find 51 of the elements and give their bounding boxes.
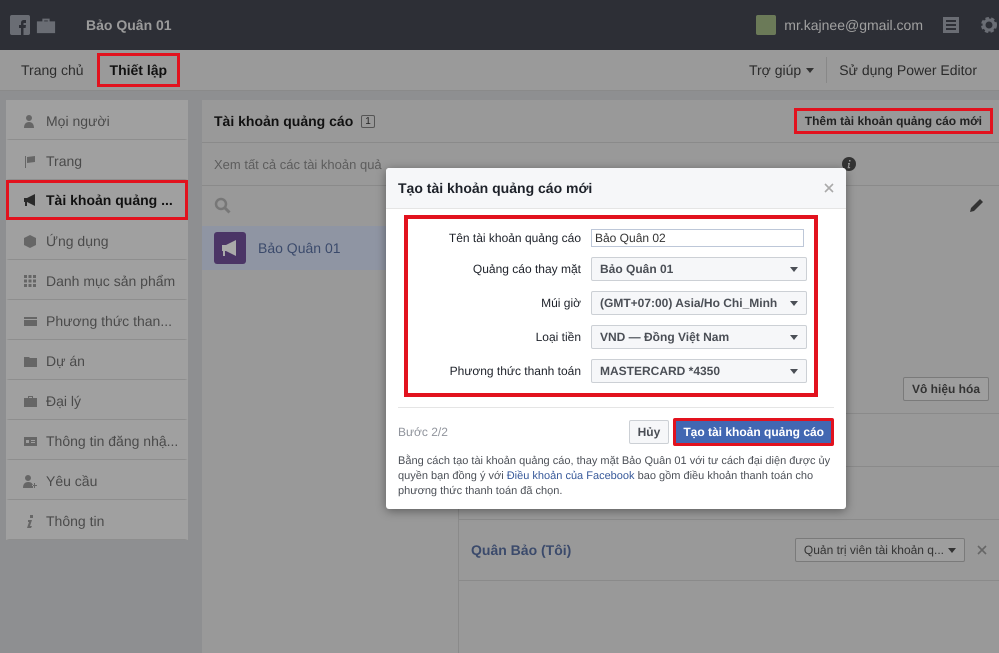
- input-field[interactable]: Bảo Quân 02: [591, 229, 804, 247]
- count-badge: 1: [361, 114, 375, 128]
- personplus-icon: [23, 474, 38, 488]
- nav-tab[interactable]: Trang chủ: [8, 53, 97, 87]
- select-field[interactable]: Bảo Quân 01: [591, 257, 807, 281]
- info-icon[interactable]: [842, 157, 856, 171]
- select-field[interactable]: (GMT+07:00) Asia/Ho Chi_Minh: [591, 291, 807, 315]
- caret-icon: [790, 266, 798, 272]
- panel-title: Tài khoản quảng cáo: [214, 113, 354, 129]
- briefcase-icon: [23, 394, 38, 408]
- caret-icon: [948, 548, 956, 552]
- select-field[interactable]: MASTERCARD *4350: [591, 359, 807, 383]
- caret-icon: [790, 368, 798, 374]
- create-button[interactable]: Tạo tài khoản quảng cáo: [673, 418, 834, 446]
- pencil-icon[interactable]: [967, 197, 985, 215]
- caret-icon: [790, 334, 798, 340]
- cancel-button[interactable]: Hủy: [628, 420, 670, 444]
- step-text: Bước 2/2: [398, 425, 448, 439]
- caret-icon: [790, 300, 798, 306]
- disable-button[interactable]: Vô hiệu hóa: [902, 377, 989, 401]
- close-icon[interactable]: [977, 545, 987, 555]
- select-field[interactable]: VND — Đồng Việt Nam: [591, 325, 807, 349]
- sidebar-item[interactable]: Tài khoản quảng ...: [6, 180, 188, 220]
- flag-icon: [23, 154, 38, 168]
- terms-link[interactable]: Điều khoản của Facebook: [506, 470, 635, 482]
- caret-icon: [806, 68, 814, 72]
- role-dropdown[interactable]: Quản trị viên tài khoản q...: [794, 538, 965, 562]
- field-label: Quảng cáo thay mặt: [472, 262, 581, 276]
- person-name[interactable]: Quân Bảo (Tôi): [471, 542, 572, 558]
- grid-icon: [23, 274, 38, 288]
- legal-text: Bằng cách tạo tài khoản quảng cáo, thay mặt Bảo Quân 01 với tư cách đại diện được ủy quyền bạn đồng ý với Điều khoản của Facebook bao gồm điều khoản thanh toán cho phương thức thanh toán đã chọn.: [398, 454, 832, 499]
- cube-icon: [23, 234, 38, 248]
- facebook-logo-icon[interactable]: [10, 15, 30, 35]
- list-icon[interactable]: [941, 15, 961, 35]
- dialog-title: Tạo tài khoản quảng cáo mới: [398, 180, 594, 196]
- nav-link[interactable]: Sử dụng Power Editor: [827, 58, 989, 82]
- user-email[interactable]: mr.kajnee@gmail.com: [784, 17, 923, 33]
- field-label: Loại tiền: [534, 330, 581, 344]
- search-icon[interactable]: [214, 197, 232, 215]
- description-text: Xem tất cả các tài khoản quả: [214, 156, 382, 172]
- avatar[interactable]: [756, 15, 776, 35]
- megaphone-icon: [23, 192, 38, 208]
- field-label: Phương thức thanh toán: [448, 364, 581, 378]
- help-menu[interactable]: Trợ giúp: [736, 58, 826, 82]
- nav-tab[interactable]: Thiết lập: [96, 53, 180, 87]
- settings-icon[interactable]: [979, 15, 999, 35]
- business-name[interactable]: Bảo Quân 01: [86, 17, 172, 33]
- close-icon[interactable]: [824, 183, 834, 193]
- add-account-button[interactable]: Thêm tài khoản quảng cáo mới: [794, 108, 993, 134]
- field-label: Múi giờ: [540, 296, 581, 310]
- megaphone-icon: [214, 232, 246, 264]
